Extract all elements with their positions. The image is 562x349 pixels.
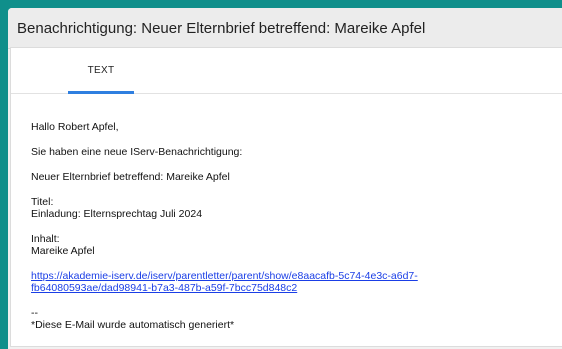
- tab-bar: TEXT: [11, 48, 562, 94]
- message-body: Hallo Robert Apfel, Sie haben eine neue …: [11, 94, 562, 331]
- title-block: Titel: Einladung: Elternsprechtag Juli 2…: [31, 196, 562, 220]
- title-label: Titel:: [31, 196, 54, 208]
- window-title: Benachrichtigung: Neuer Elternbrief betr…: [17, 19, 426, 37]
- tab-text[interactable]: TEXT: [68, 48, 134, 94]
- content-value: Mareike Apfel: [31, 245, 95, 257]
- message-pane: TEXT Hallo Robert Apfel, Sie haben eine …: [10, 47, 562, 347]
- subject-line: Neuer Elternbrief betreffend: Mareike Ap…: [31, 171, 230, 183]
- intro-text: Sie haben eine neue IServ-Benachrichtigu…: [31, 146, 243, 158]
- signature: -- *Diese E-Mail wurde automatisch gener…: [31, 307, 562, 331]
- greeting: Hallo Robert Apfel,: [31, 121, 119, 133]
- letter-link[interactable]: https://akademie-iserv.de/iserv/parentle…: [31, 270, 562, 294]
- content-block: Inhalt: Mareike Apfel: [31, 233, 562, 257]
- tab-text-label: TEXT: [87, 65, 115, 76]
- title-value: Einladung: Elternsprechtag Juli 2024: [31, 208, 203, 220]
- letter-link-line-1[interactable]: https://akademie-iserv.de/iserv/parentle…: [31, 270, 418, 282]
- signature-separator: --: [31, 307, 38, 319]
- title-bar: Benachrichtigung: Neuer Elternbrief betr…: [8, 8, 562, 49]
- letter-link-line-2[interactable]: fb64080593ae/dad98941-b7a3-487b-a59f-7bc…: [31, 282, 297, 294]
- content-label: Inhalt:: [31, 233, 60, 245]
- signature-text: *Diese E-Mail wurde automatisch generier…: [31, 319, 235, 331]
- active-tab-indicator: [68, 91, 134, 94]
